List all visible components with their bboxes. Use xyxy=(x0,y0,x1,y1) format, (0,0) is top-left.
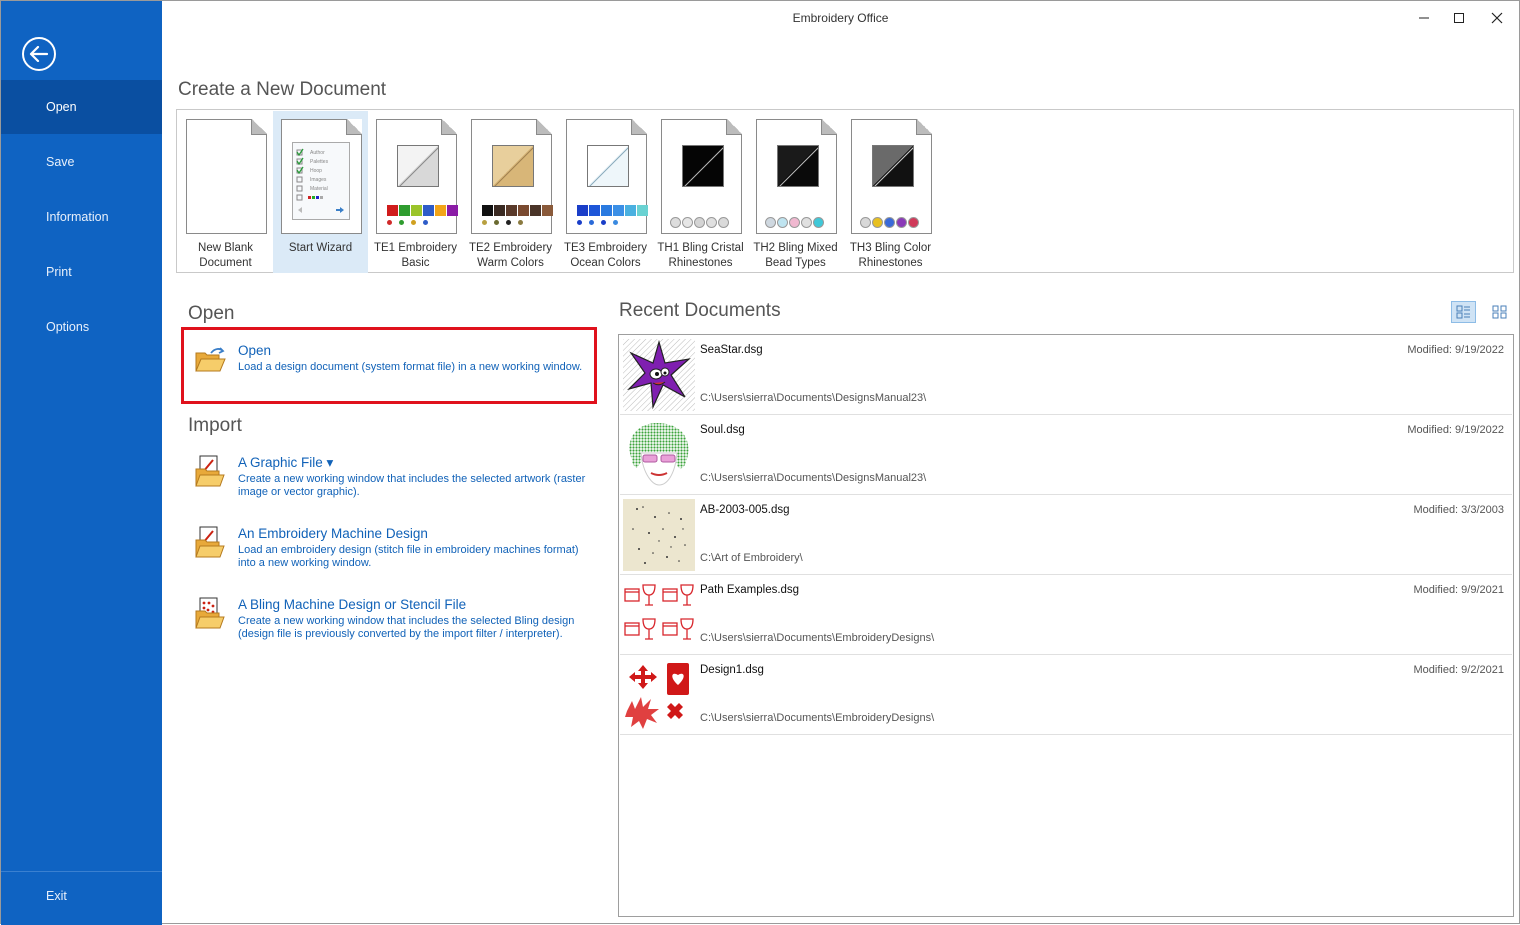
ab-2003-thumbnail xyxy=(623,499,695,571)
import-graphic-title: A Graphic File ▾ xyxy=(238,455,334,470)
recent-name: AB-2003-005.dsg xyxy=(700,504,790,516)
list-view-icon[interactable] xyxy=(1451,301,1476,323)
import-embroidery-design[interactable]: An Embroidery Machine Design Load an emb… xyxy=(193,526,593,574)
page-icon xyxy=(566,118,648,234)
minimize-icon[interactable] xyxy=(1410,7,1438,29)
template-label: New Blank Document xyxy=(198,242,253,269)
embroidery-file-icon xyxy=(193,526,227,560)
import-bling-title: A Bling Machine Design or Stencil File xyxy=(238,597,467,612)
graphic-file-icon xyxy=(193,455,227,489)
open-action-description: Load a design document (system format fi… xyxy=(238,361,583,373)
recent-modified: Modified: 9/19/2022 xyxy=(1407,344,1504,356)
recent-item[interactable]: Path Examples.dsg C:\Users\sierra\Docume… xyxy=(620,575,1512,655)
page-icon xyxy=(661,118,743,234)
maximize-icon[interactable] xyxy=(1445,7,1473,29)
template-label: TH3 Bling Color Rhinestones xyxy=(849,242,932,269)
import-embroidery-description: Load an embroidery design (stitch file i… xyxy=(238,544,579,569)
recent-name: Soul.dsg xyxy=(700,424,745,436)
recent-path: C:\Users\sierra\Documents\DesignsManual2… xyxy=(700,472,927,484)
recent-name: SeaStar.dsg xyxy=(700,344,763,356)
wizard-lines: Author Palettes Hoop Images Material xyxy=(310,150,329,192)
recent-path: C:\Users\sierra\Documents\EmbroideryDesi… xyxy=(700,632,935,644)
template-new-blank[interactable]: New Blank Document xyxy=(178,111,273,273)
title-bar: Embroidery Office xyxy=(162,1,1519,35)
new-document-heading: Create a New Document xyxy=(178,79,387,100)
recent-path: C:\Users\sierra\Documents\EmbroideryDesi… xyxy=(700,712,935,724)
recent-heading: Recent Documents xyxy=(619,300,781,321)
open-folder-icon xyxy=(193,343,227,377)
bling-file-icon xyxy=(193,597,227,631)
recent-path: C:\Art of Embroidery\ xyxy=(700,552,803,564)
soul-thumbnail xyxy=(623,419,695,491)
recent-item[interactable]: SeaStar.dsg C:\Users\sierra\Documents\De… xyxy=(620,335,1512,415)
seastar-thumbnail xyxy=(623,339,695,411)
import-bling-description: Create a new working window that include… xyxy=(238,615,575,640)
template-gallery: New Blank Document Author Palettes Hoop … xyxy=(176,109,1514,273)
template-label: TH2 Bling Mixed Bead Types xyxy=(753,242,838,269)
sidebar-item-save[interactable]: Save xyxy=(1,135,162,189)
template-label: TE3 Embroidery Ocean Colors xyxy=(563,242,648,269)
import-bling-design[interactable]: A Bling Machine Design or Stencil File C… xyxy=(193,597,593,645)
recent-path: C:\Users\sierra\Documents\DesignsManual2… xyxy=(700,392,927,404)
path-examples-thumbnail xyxy=(623,579,695,651)
import-graphic-description: Create a new working window that include… xyxy=(238,473,586,498)
recent-item[interactable]: AB-2003-005.dsg C:\Art of Embroidery\ Mo… xyxy=(620,495,1512,575)
backstage-sidebar: Open Save Information Print Options Exit xyxy=(1,1,162,925)
recent-item[interactable]: Soul.dsg C:\Users\sierra\Documents\Desig… xyxy=(620,415,1512,495)
template-th3[interactable]: TH3 Bling Color Rhinestones xyxy=(843,111,938,273)
page-icon xyxy=(376,118,458,234)
open-document-action[interactable]: Open Load a design document (system form… xyxy=(193,343,583,383)
recent-name: Path Examples.dsg xyxy=(700,584,800,596)
template-th2[interactable]: TH2 Bling Mixed Bead Types xyxy=(748,111,843,273)
design1-thumbnail xyxy=(623,659,695,731)
recent-modified: Modified: 9/19/2022 xyxy=(1407,424,1504,436)
template-te2[interactable]: TE2 Embroidery Warm Colors xyxy=(463,111,558,273)
app-window: Open Save Information Print Options Exit… xyxy=(0,0,1520,925)
back-arrow-icon[interactable] xyxy=(22,37,56,71)
recent-modified: Modified: 9/9/2021 xyxy=(1413,584,1504,596)
page-icon xyxy=(471,118,553,234)
close-icon[interactable] xyxy=(1483,7,1511,29)
page-icon xyxy=(186,118,268,234)
sidebar-item-exit[interactable]: Exit xyxy=(1,869,162,923)
import-heading: Import xyxy=(188,415,242,436)
open-action-title: Open xyxy=(238,343,272,358)
import-graphic-file[interactable]: A Graphic File ▾ Create a new working wi… xyxy=(193,455,593,503)
recent-documents-list: SeaStar.dsg C:\Users\sierra\Documents\De… xyxy=(618,334,1514,917)
wizard-page-icon: Author Palettes Hoop Images Material xyxy=(281,118,363,234)
sidebar-item-print[interactable]: Print xyxy=(1,245,162,299)
sidebar-item-open[interactable]: Open xyxy=(1,80,162,134)
recent-modified: Modified: 9/2/2021 xyxy=(1413,664,1504,676)
page-icon xyxy=(756,118,838,234)
sidebar-item-options[interactable]: Options xyxy=(1,300,162,354)
template-label: TH1 Bling Cristal Rhinestones xyxy=(657,242,744,269)
import-embroidery-title: An Embroidery Machine Design xyxy=(238,526,428,541)
template-label: Start Wizard xyxy=(288,242,353,254)
open-heading: Open xyxy=(188,303,235,324)
template-label: TE2 Embroidery Warm Colors xyxy=(468,242,553,269)
sidebar-item-information[interactable]: Information xyxy=(1,190,162,244)
window-title: Embroidery Office xyxy=(792,11,889,25)
template-start-wizard[interactable]: Author Palettes Hoop Images Material Sta… xyxy=(273,111,368,273)
template-te1[interactable]: TE1 Embroidery Basic xyxy=(368,111,463,273)
template-th1[interactable]: TH1 Bling Cristal Rhinestones xyxy=(653,111,748,273)
template-label: TE1 Embroidery Basic xyxy=(373,242,458,269)
page-icon xyxy=(851,118,933,234)
recent-item[interactable]: Design1.dsg C:\Users\sierra\Documents\Em… xyxy=(620,655,1512,735)
template-te3[interactable]: TE3 Embroidery Ocean Colors xyxy=(558,111,653,273)
grid-view-icon[interactable] xyxy=(1487,301,1512,323)
recent-modified: Modified: 3/3/2003 xyxy=(1413,504,1504,516)
recent-name: Design1.dsg xyxy=(700,664,764,676)
